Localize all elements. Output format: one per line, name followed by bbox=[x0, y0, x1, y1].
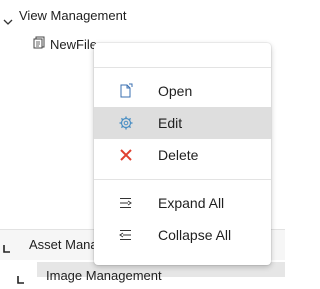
close-x-icon bbox=[118, 147, 134, 163]
document-icon bbox=[33, 36, 46, 54]
image-management-label[interactable]: Image Management bbox=[46, 268, 162, 283]
gear-icon bbox=[118, 115, 134, 131]
menu-label-open: Open bbox=[158, 83, 193, 99]
menu-item-expand-all[interactable]: Expand All bbox=[94, 187, 271, 219]
collapse-toggle-icon[interactable] bbox=[17, 271, 25, 289]
menu-item-collapse-all[interactable]: Collapse All bbox=[94, 219, 271, 251]
menu-separator bbox=[94, 179, 271, 180]
menu-item-open[interactable]: Open bbox=[94, 75, 271, 107]
menu-label-expand-all: Expand All bbox=[158, 195, 225, 211]
expand-all-icon bbox=[118, 195, 134, 211]
menu-label-delete: Delete bbox=[158, 147, 199, 163]
tree-root-label[interactable]: View Management bbox=[19, 8, 126, 23]
menu-label-edit: Edit bbox=[158, 115, 183, 131]
context-menu: Open Edit Delete Expand All Collapse All bbox=[94, 43, 271, 265]
collapse-all-icon bbox=[118, 227, 134, 243]
collapse-toggle-icon[interactable] bbox=[3, 240, 11, 258]
open-file-icon bbox=[118, 83, 134, 99]
tree-item-newfile[interactable]: NewFile bbox=[50, 37, 97, 52]
menu-item-edit[interactable]: Edit bbox=[94, 107, 271, 139]
menu-item-delete[interactable]: Delete bbox=[94, 139, 271, 171]
menu-label-collapse-all: Collapse All bbox=[158, 227, 232, 243]
menu-separator bbox=[94, 67, 271, 68]
chevron-down-icon[interactable] bbox=[3, 13, 13, 31]
